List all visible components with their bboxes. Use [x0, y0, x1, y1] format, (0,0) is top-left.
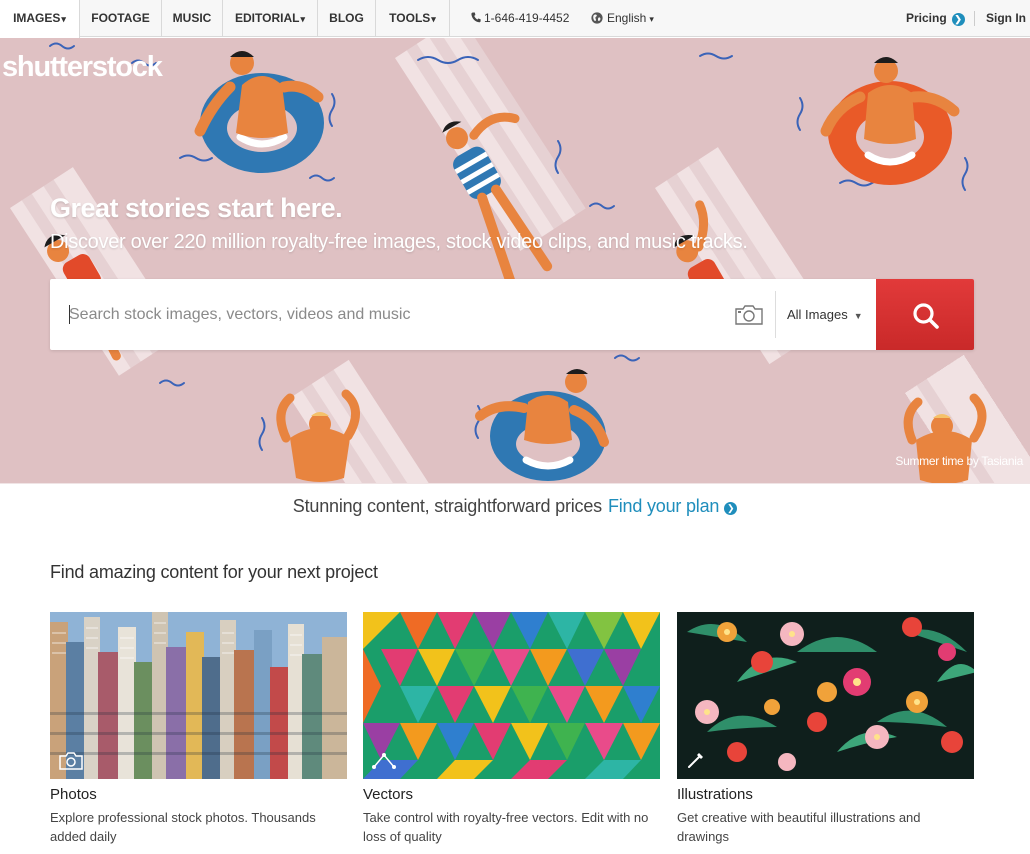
city-skyline-image [50, 612, 347, 779]
phone-icon [471, 12, 481, 23]
photos-thumbnail[interactable] [50, 612, 347, 779]
hero-subtitle: Discover over 220 million royalty-free i… [50, 231, 748, 253]
search-bar: All Images ▼ [50, 279, 974, 350]
nav-blog[interactable]: BLOG [318, 0, 376, 37]
sign-in-link[interactable]: Sign In [986, 0, 1026, 37]
caret-down-icon: ▼ [853, 311, 863, 321]
search-divider [775, 291, 776, 338]
section-heading: Find amazing content for your next proje… [50, 562, 378, 582]
search-type-label: All Images [787, 307, 848, 322]
search-input[interactable] [50, 279, 730, 350]
top-navigation: IMAGES▾ FOOTAGE MUSIC EDITORIAL▾ BLOG TO… [0, 0, 1030, 38]
camera-icon [735, 305, 763, 325]
nav-editorial[interactable]: EDITORIAL▾ [223, 0, 318, 37]
chevron-down-icon: ▾ [649, 14, 654, 24]
nav-editorial-label: EDITORIAL [235, 11, 300, 25]
find-your-plan-link[interactable]: Find your plan ❯ [607, 496, 738, 516]
phone-number: 1-646-419-4452 [484, 11, 570, 25]
nav-music-label: MUSIC [172, 11, 212, 25]
nav-footage-label: FOOTAGE [91, 11, 150, 25]
pricing-label: Pricing [906, 11, 947, 25]
globe-icon [591, 12, 603, 24]
find-your-plan-label: Find your plan [607, 496, 720, 516]
nav-footage[interactable]: FOOTAGE [80, 0, 162, 37]
illustrations-title[interactable]: Illustrations [677, 786, 753, 803]
pricing-banner: Stunning content, straightforward prices… [0, 483, 1030, 530]
photos-title[interactable]: Photos [50, 786, 97, 803]
hero-banner: shutterstock Great stories start here. D… [0, 38, 1030, 483]
arrow-right-circle-icon: ❯ [951, 13, 965, 26]
nav-tools[interactable]: TOOLS▾ [376, 0, 450, 37]
nav-images[interactable]: IMAGES▾ [0, 0, 80, 38]
sign-in-label: Sign In [986, 11, 1026, 25]
text-cursor [69, 305, 70, 324]
pricing-banner-text: Stunning content, straightforward prices [292, 496, 602, 516]
shutterstock-logo[interactable]: shutterstock [2, 51, 163, 84]
language-selector[interactable]: English ▾ [591, 0, 654, 37]
illustrations-description: Get creative with beautiful illustration… [677, 810, 921, 844]
image-credit[interactable]: Summer time by Tasiania [895, 454, 1023, 468]
nav-images-label: IMAGES [13, 11, 61, 25]
vectors-title[interactable]: Vectors [363, 786, 413, 803]
hero-title: Great stories start here. [50, 193, 343, 223]
hero-illustration [10, 38, 1030, 483]
vectors-description: Take control with royalty-free vectors. … [363, 810, 649, 844]
reverse-image-search-button[interactable] [733, 303, 765, 327]
vectors-thumbnail[interactable] [363, 612, 660, 779]
geometric-pattern-image [363, 612, 660, 779]
pen-tool-icon [372, 753, 396, 769]
phone-link[interactable]: 1-646-419-4452 [471, 0, 569, 37]
tropical-pattern-image [677, 612, 974, 779]
nav-blog-label: BLOG [329, 11, 364, 25]
chevron-down-icon: ▾ [431, 14, 436, 24]
nav-divider [974, 11, 975, 26]
chevron-down-icon: ▾ [61, 14, 66, 24]
photos-description: Explore professional stock photos. Thous… [50, 810, 316, 844]
search-type-dropdown[interactable]: All Images ▼ [787, 279, 863, 350]
language-label: English [607, 11, 647, 25]
search-icon [913, 303, 939, 329]
arrow-right-circle-icon: ❯ [724, 502, 738, 515]
pricing-link[interactable]: Pricing ❯ [906, 0, 965, 37]
search-button[interactable] [876, 279, 974, 350]
illustrations-thumbnail[interactable] [677, 612, 974, 779]
brush-icon [688, 753, 703, 768]
nav-tools-label: TOOLS [389, 11, 431, 25]
camera-icon [59, 752, 83, 770]
nav-music[interactable]: MUSIC [162, 0, 223, 37]
chevron-down-icon: ▾ [300, 14, 305, 24]
